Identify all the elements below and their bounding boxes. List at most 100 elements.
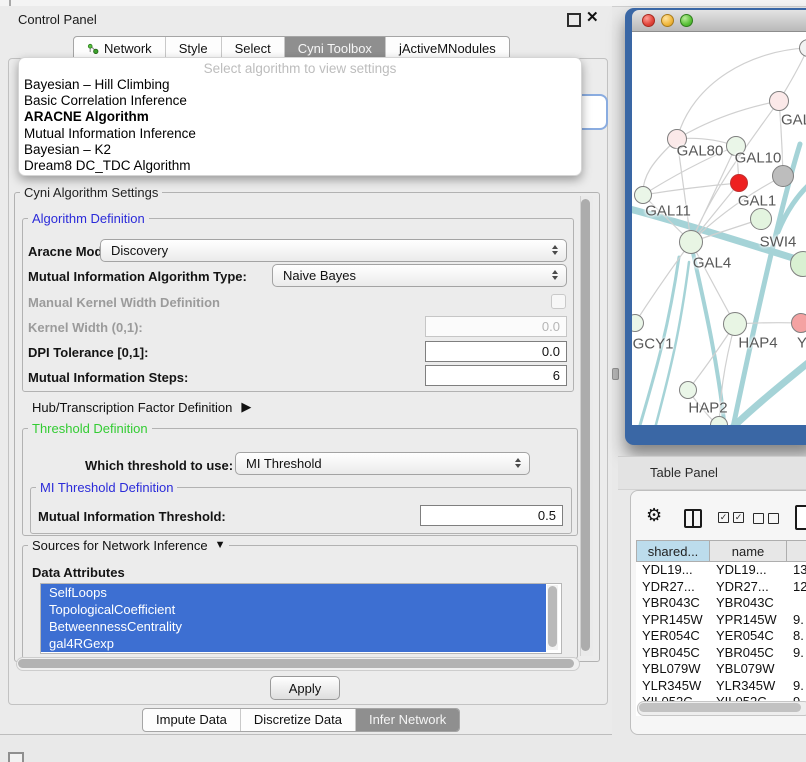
settings-hscrollbar-thumb[interactable]: [18, 659, 574, 668]
node-label: GCY1: [633, 336, 674, 353]
deselect-all-icon[interactable]: [753, 513, 779, 524]
table-cell: YBR043C: [710, 595, 787, 612]
tab-label: Style: [179, 41, 208, 56]
table-cell: YDR27...: [636, 579, 710, 596]
settings-scrollbar-thumb[interactable]: [581, 199, 590, 651]
close-panel-icon[interactable]: ✕: [586, 10, 599, 25]
mi-threshold-definition-legend: MI Threshold Definition: [36, 480, 177, 495]
table-cell: YLR345W: [636, 678, 710, 695]
which-threshold-select[interactable]: MI Threshold: [235, 452, 530, 475]
zoom-window-button[interactable]: [680, 14, 693, 27]
cyni-settings-legend: Cyni Algorithm Settings: [20, 185, 162, 200]
hub-label: Hub/Transcription Factor Definition: [32, 400, 232, 415]
table-cell: 9.: [787, 678, 806, 695]
attributes-scrollbar-thumb[interactable]: [548, 586, 557, 647]
table-row[interactable]: YBR045CYBR045C9.: [636, 645, 806, 662]
close-window-button[interactable]: [642, 14, 655, 27]
hub-transcription-factor-expander[interactable]: Hub/Transcription Factor Definition ▶: [32, 399, 251, 415]
tab-label: Cyni Toolbox: [298, 41, 372, 56]
data-attributes-list[interactable]: SelfLoopsTopologicalCoefficientBetweenne…: [40, 583, 562, 654]
bottom-tabs: Impute DataDiscretize DataInfer Network: [142, 708, 460, 732]
network-node-gal[interactable]: [769, 91, 789, 111]
split-panel-icon[interactable]: [684, 509, 702, 528]
manual-kernel-width-checkbox: [551, 294, 566, 309]
network-node-gal1[interactable]: [750, 208, 772, 230]
attribute-betweennesscentrality[interactable]: BetweennessCentrality: [41, 618, 546, 635]
table-row[interactable]: YBL079WYBL079W: [636, 661, 806, 678]
mi-steps-input[interactable]: [425, 365, 567, 386]
attribute-topologicalcoefficient[interactable]: TopologicalCoefficient: [41, 601, 546, 618]
panel-splitter-handle[interactable]: [612, 368, 619, 380]
network-node-hap4[interactable]: [723, 312, 747, 336]
stepper-icon: [515, 458, 521, 468]
apply-button[interactable]: Apply: [270, 676, 340, 700]
table-cell: YER054C: [636, 628, 710, 645]
document-icon[interactable]: [795, 505, 806, 530]
network-node[interactable]: [730, 174, 748, 192]
app-window: Control Panel ✕ NetworkStyleSelectCyni T…: [0, 0, 806, 762]
dpi-tolerance-input[interactable]: [425, 341, 567, 362]
table-rows: YDL19...YDL19...13YDR27...YDR27...12YBR0…: [636, 562, 806, 711]
network-node-gal4[interactable]: [679, 230, 703, 254]
mi-steps-label: Mutual Information Steps:: [28, 370, 188, 386]
stepper-icon: [552, 270, 558, 280]
node-label: GAL11: [645, 203, 691, 220]
tab-label: Select: [235, 41, 271, 56]
table-hscrollbar-thumb[interactable]: [639, 703, 801, 712]
node-label: GAL10: [735, 150, 782, 167]
tab-infer-network[interactable]: Infer Network: [355, 709, 459, 731]
aracne-mode-select[interactable]: Discovery: [100, 239, 567, 262]
table-cell: YBL079W: [636, 661, 710, 678]
node-label: GAL1: [738, 193, 776, 210]
kernel-width-input: [425, 316, 567, 337]
minimized-panel-icon[interactable]: [8, 752, 24, 762]
sources-title: Sources for Network Inference: [32, 538, 208, 553]
column-header-col3[interactable]: [787, 540, 806, 562]
attribute-selfloops[interactable]: SelfLoops: [41, 584, 546, 601]
algorithm-definition-legend: Algorithm Definition: [28, 211, 149, 226]
select-all-icon[interactable]: [718, 512, 744, 523]
network-node[interactable]: [772, 165, 794, 187]
table-row[interactable]: YDL19...YDL19...13: [636, 562, 806, 579]
node-label: Y: [797, 335, 806, 352]
tab-discretize-data[interactable]: Discretize Data: [240, 709, 355, 731]
tab-label: Network: [104, 41, 152, 56]
algorithm-option-bayesian-hill-climbing[interactable]: Bayesian – Hill Climbing: [19, 77, 581, 93]
algorithm-option-aracne-algorithm[interactable]: ARACNE Algorithm: [19, 109, 581, 125]
column-header-shared[interactable]: shared...: [636, 540, 710, 562]
mi-threshold-label: Mutual Information Threshold:: [38, 509, 226, 525]
sources-legend[interactable]: Sources for Network Inference ▼: [28, 538, 229, 553]
network-window-titlebar[interactable]: [632, 10, 806, 32]
table-cell: YLR345W: [710, 678, 787, 695]
network-node-hap2[interactable]: [679, 381, 697, 399]
table-row[interactable]: YDR27...YDR27...12: [636, 579, 806, 596]
node-label: GAL80: [677, 143, 724, 160]
minimize-window-button[interactable]: [661, 14, 674, 27]
collapse-down-icon: ▼: [215, 538, 226, 553]
algorithm-option-mutual-information-inference[interactable]: Mutual Information Inference: [19, 126, 581, 142]
table-cell: 8.: [787, 628, 806, 645]
gear-icon[interactable]: [646, 506, 662, 526]
algorithm-option-bayesian-k2[interactable]: Bayesian – K2: [19, 142, 581, 158]
table-row[interactable]: YPR145WYPR145W9.: [636, 612, 806, 629]
table-row[interactable]: YBR043CYBR043C: [636, 595, 806, 612]
network-canvas[interactable]: GALGAL80GAL10GAL11GAL1SWI4GAL4GCY1HAP4YH…: [632, 32, 806, 425]
mi-algorithm-type-select[interactable]: Naive Bayes: [272, 264, 567, 287]
expand-right-icon: ▶: [241, 399, 251, 415]
network-node-gal11[interactable]: [634, 186, 652, 204]
table-cell: 13: [787, 562, 806, 579]
table-cell: 12: [787, 579, 806, 596]
table-row[interactable]: YER054CYER054C8.: [636, 628, 806, 645]
float-panel-icon[interactable]: [567, 13, 581, 27]
tab-impute-data[interactable]: Impute Data: [143, 709, 240, 731]
stepper-icon: [552, 245, 558, 255]
algorithm-option-basic-correlation-inference[interactable]: Basic Correlation Inference: [19, 93, 581, 109]
algorithm-option-dream8-dc-tdc-algorithm[interactable]: Dream8 DC_TDC Algorithm: [19, 158, 581, 174]
network-icon: [87, 43, 99, 55]
table-row[interactable]: YLR345WYLR345W9.: [636, 678, 806, 695]
table-cell: YBR043C: [636, 595, 710, 612]
network-node-y[interactable]: [791, 313, 806, 333]
mi-threshold-input[interactable]: [420, 505, 563, 526]
column-header-name[interactable]: name: [710, 540, 787, 562]
attribute-gal4rgexp[interactable]: gal4RGexp: [41, 635, 546, 652]
